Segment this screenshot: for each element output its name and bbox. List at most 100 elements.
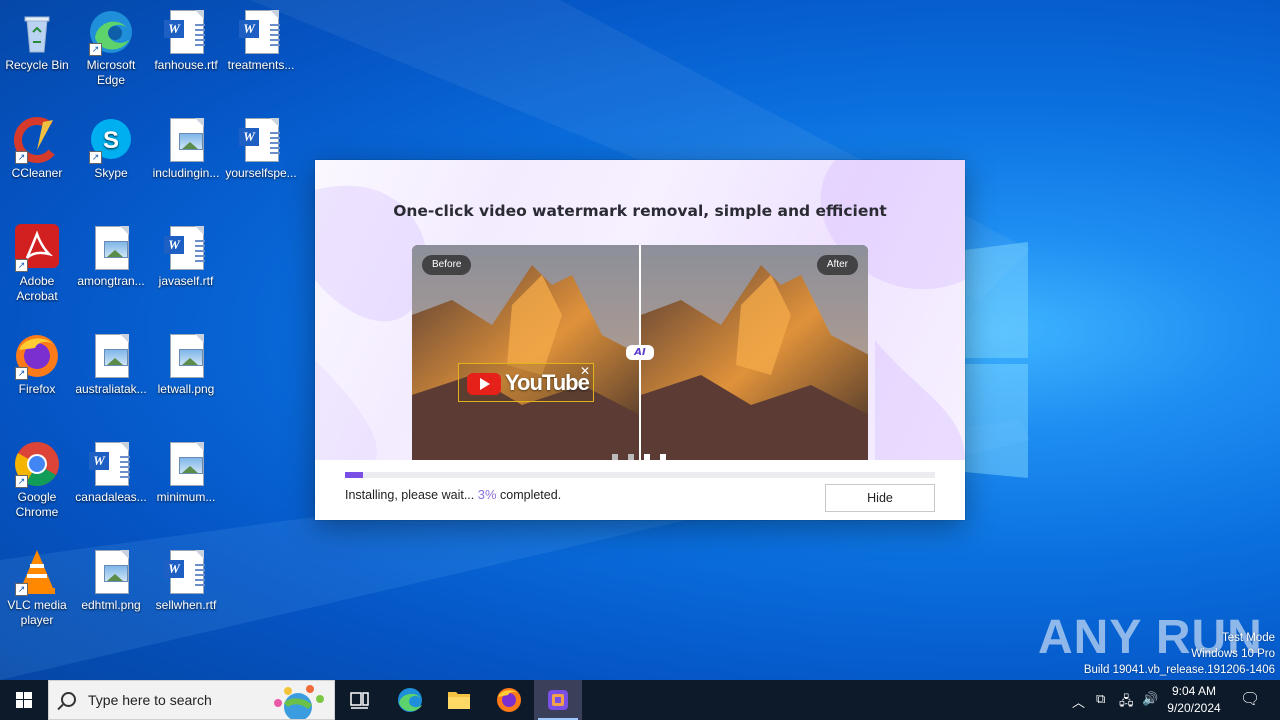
progress-bar [345, 472, 935, 478]
desktop-icon-javaself[interactable]: W javaself.rtf [149, 224, 223, 289]
desktop-icon-label: yourselfspe... [225, 166, 297, 180]
desktop-icon-letwall[interactable]: letwall.png [149, 332, 223, 397]
desktop-icon-label: includingin... [152, 166, 220, 180]
desktop-icon-label: minimum... [156, 490, 216, 504]
after-image [641, 245, 868, 460]
taskbar-clock[interactable]: 9:04 AM 9/20/2024 [1160, 683, 1228, 717]
desktop-icon-label: Skype [94, 166, 128, 180]
search-icon [61, 692, 76, 707]
ccleaner-icon: ↗ [13, 116, 61, 164]
desktop-icon-label: sellwhen.rtf [155, 598, 217, 612]
edition-label: Windows 10 Pro [1191, 648, 1275, 660]
notification-center-icon[interactable]: 🗨 [1240, 689, 1260, 708]
close-icon: ✕ [579, 364, 590, 378]
taskbar-file-explorer[interactable] [435, 680, 483, 720]
word-doc-icon: W [162, 8, 210, 56]
word-doc-icon: W [237, 8, 285, 56]
desktop-icon-yourselfspe[interactable]: W yourselfspe... [224, 116, 298, 181]
taskbar: Type here to search ︿ ⧉ 🖧 🔊 9:04 AM 9/20… [0, 680, 1280, 720]
skype-icon: S ↗ [87, 116, 135, 164]
desktop-icon-google-chrome[interactable]: ↗ Google Chrome [0, 440, 74, 520]
desktop-icon-fanhouse[interactable]: W fanhouse.rtf [149, 8, 223, 73]
progress-bar-fill [345, 472, 363, 478]
progress-percent: 3% [477, 487, 497, 502]
meet-now-icon[interactable]: ⧉ [1096, 692, 1105, 707]
desktop-icon-label: javaself.rtf [158, 274, 214, 288]
network-icon[interactable]: 🖧 [1119, 692, 1134, 714]
show-hidden-icons-chevron-icon[interactable]: ︿ [1072, 692, 1085, 711]
status-suffix: completed. [500, 488, 562, 502]
banner-headline: One-click video watermark removal, simpl… [393, 202, 887, 220]
desktop-icon-sellwhen[interactable]: W sellwhen.rtf [149, 548, 223, 613]
taskbar-edge[interactable] [386, 680, 434, 720]
search-placeholder: Type here to search [88, 692, 212, 708]
desktop-icon-amongtran[interactable]: amongtran... [74, 224, 148, 289]
windows-logo-icon [16, 692, 32, 708]
desktop-icon-minimum[interactable]: minimum... [149, 440, 223, 505]
desktop-icon-label: VLC media player [7, 598, 67, 627]
start-button[interactable] [0, 680, 48, 720]
svg-text:S: S [103, 127, 119, 154]
desktop-icon-label: CCleaner [11, 166, 63, 180]
image-file-icon [162, 440, 210, 488]
desktop-icon-treatments[interactable]: W treatments... [224, 8, 298, 73]
hide-button[interactable]: Hide [825, 484, 935, 512]
shortcut-arrow-icon: ↗ [89, 151, 102, 164]
shortcut-arrow-icon: ↗ [89, 43, 102, 56]
desktop-icon-label: Firefox [18, 382, 56, 396]
task-view-button[interactable] [335, 680, 383, 720]
firefox-icon: ↗ [13, 332, 61, 380]
carousel-dot[interactable] [660, 454, 666, 460]
shortcut-arrow-icon: ↗ [15, 475, 28, 488]
installer-window: One-click video watermark removal, simpl… [315, 160, 965, 520]
desktop-icon-label: letwall.png [157, 382, 215, 396]
task-view-icon [350, 692, 369, 709]
desktop-icon-label: Adobe Acrobat [16, 274, 58, 303]
volume-icon[interactable]: 🔊 [1142, 692, 1158, 707]
image-file-icon [87, 332, 135, 380]
ai-badge: AI [626, 345, 654, 360]
desktop-icon-canadaleas[interactable]: W canadaleas... [74, 440, 148, 505]
desktop-icon-recycle-bin[interactable]: Recycle Bin [0, 8, 74, 73]
desktop-icon-includingin[interactable]: includingin... [149, 116, 223, 181]
desktop-icon-label: treatments... [227, 58, 295, 72]
edge-icon [398, 688, 422, 712]
desktop-icon-edhtml[interactable]: edhtml.png [74, 548, 148, 613]
chrome-icon: ↗ [13, 440, 61, 488]
before-after-preview: Before After AI YouTube ✕ [412, 245, 868, 460]
windows-logo-pane [965, 242, 1028, 358]
build-label: Build 19041.vb_release.191206-1406 [1083, 664, 1275, 676]
desktop-icon-microsoft-edge[interactable]: ↗ Microsoft Edge [74, 8, 148, 88]
carousel-dot[interactable] [644, 454, 650, 460]
desktop-icon-firefox[interactable]: ↗ Firefox [0, 332, 74, 397]
desktop-icon-vlc[interactable]: ↗ VLC media player [0, 548, 74, 628]
carousel-dots [612, 445, 676, 460]
taskbar-firefox[interactable] [485, 680, 533, 720]
image-file-icon [162, 116, 210, 164]
search-highlight-illustration-icon [274, 685, 324, 719]
desktop-icon-adobe-acrobat[interactable]: ↗ Adobe Acrobat [0, 224, 74, 304]
taskbar-search-box[interactable]: Type here to search [48, 680, 335, 720]
installer-app-icon [548, 690, 568, 710]
desktop-icon-label: australiatak... [75, 382, 147, 396]
taskbar-installer-app[interactable] [534, 680, 582, 720]
word-doc-icon: W [237, 116, 285, 164]
desktop-icon-australiatak[interactable]: australiatak... [74, 332, 148, 397]
edge-icon: ↗ [87, 8, 135, 56]
shortcut-arrow-icon: ↗ [15, 259, 28, 272]
status-prefix: Installing, please wait... [345, 488, 475, 502]
clock-time: 9:04 AM [1171, 684, 1217, 698]
folder-icon [448, 692, 470, 709]
desktop-icon-skype[interactable]: S ↗ Skype [74, 116, 148, 181]
carousel-dot[interactable] [628, 454, 634, 460]
test-mode-label: Test Mode [1221, 632, 1275, 644]
before-tag: Before [422, 255, 472, 275]
desktop-icon-ccleaner[interactable]: ↗ CCleaner [0, 116, 74, 181]
firefox-icon [497, 688, 521, 712]
youtube-watermark-text: YouTube [505, 370, 590, 395]
image-file-icon [87, 224, 135, 272]
desktop-icon-label: edhtml.png [81, 598, 141, 612]
image-file-icon [87, 548, 135, 596]
carousel-dot[interactable] [612, 454, 618, 460]
desktop-icon-label: canadaleas... [75, 490, 147, 504]
